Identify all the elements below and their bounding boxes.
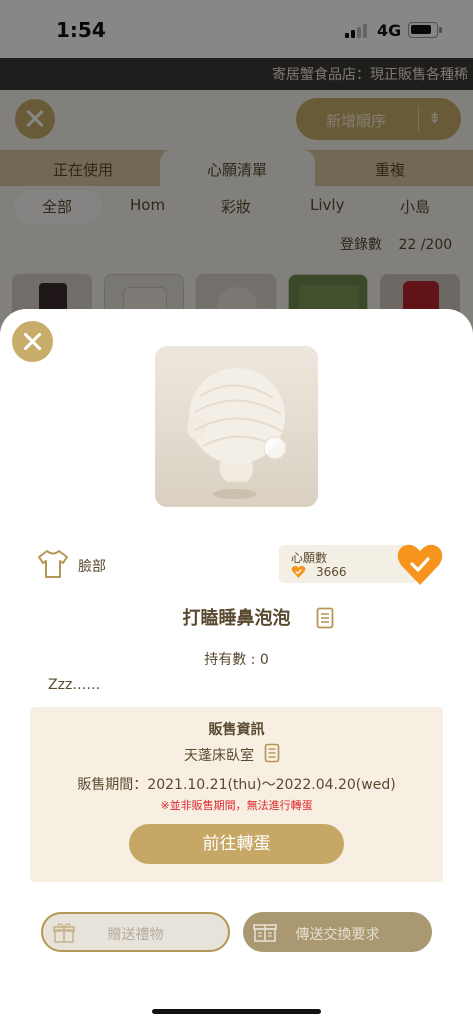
category-label: 臉部	[78, 559, 106, 575]
sale-info-box: 販售資訊 天蓬床臥室 販售期間：2021.10.21(thu)～2022.04.…	[30, 707, 443, 882]
owned-count: 持有數 : 0	[204, 652, 269, 668]
sale-warning: ※並非販售期間，無法進行轉蛋	[160, 799, 313, 812]
trade-request-button[interactable]: 傳送交換要求	[243, 912, 432, 952]
sale-period: 販售期間：2021.10.21(thu)～2022.04.20(wed)	[77, 777, 396, 793]
book-icon[interactable]	[264, 743, 280, 763]
heart-check-icon[interactable]	[396, 543, 444, 587]
go-to-gacha-button[interactable]: 前往轉蛋	[129, 824, 344, 864]
close-button[interactable]	[12, 321, 53, 362]
wishlist-title: 心願數	[291, 551, 328, 565]
heart-icon	[291, 565, 306, 578]
item-description: Zzz……	[48, 677, 101, 693]
sale-shop-link[interactable]: 天蓬床臥室	[184, 745, 254, 765]
send-gift-label: 贈送禮物	[107, 927, 164, 943]
book-icon[interactable]	[316, 607, 334, 629]
send-gift-button[interactable]: 贈送禮物	[41, 912, 230, 952]
trade-request-label: 傳送交換要求	[295, 927, 380, 943]
item-image	[155, 346, 318, 507]
home-indicator	[152, 1009, 321, 1014]
item-category: 臉部	[36, 548, 106, 580]
item-name: 打瞌睡鼻泡泡	[182, 608, 291, 629]
sale-info-title: 販售資訊	[208, 722, 265, 738]
mannequin-head-icon	[187, 368, 287, 499]
shirt-icon	[38, 550, 68, 578]
wishlist-count: 3666	[316, 565, 347, 579]
item-detail-sheet: 臉部 心願數 3666 打瞌睡鼻泡泡 持有數 : 0 Zzz…… 販售資訊 天蓬…	[0, 309, 473, 1024]
